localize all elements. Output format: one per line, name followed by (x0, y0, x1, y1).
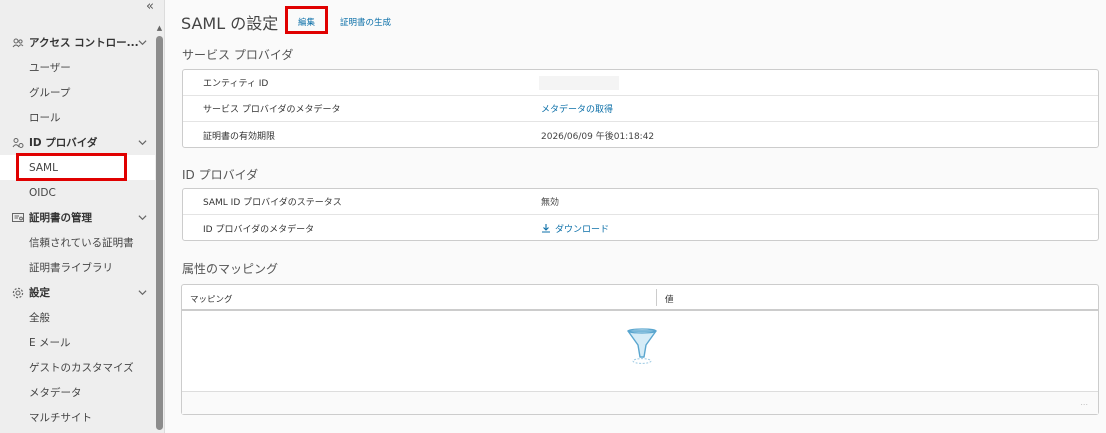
row-idp-metadata: ID プロバイダのメタデータ ダウンロード (183, 215, 1098, 241)
idp-status-value: 無効 (541, 198, 560, 208)
idp-metadata-label: ID プロバイダのメタデータ (203, 224, 315, 235)
sidebar-group-certificate-management[interactable]: 証明書の管理 (0, 205, 155, 230)
row-cert-expiry: 証明書の有効期限 2026/06/09 午後01:18:42 (183, 122, 1098, 148)
cert-expiry-value: 2026/06/09 午後01:18:42 (541, 131, 655, 142)
users-icon (12, 37, 24, 49)
collapse-sidebar-button[interactable]: « (142, 0, 158, 15)
chevron-down-icon[interactable] (138, 213, 147, 222)
download-label: ダウンロード (555, 224, 610, 235)
chevron-down-icon[interactable] (138, 138, 147, 147)
section-title-identity-provider: ID プロバイダ (182, 168, 259, 182)
empty-filter-icon (627, 328, 657, 364)
sp-metadata-label: サービス プロバイダのメタデータ (203, 105, 341, 115)
sidebar-item-general[interactable]: 全般 (0, 305, 155, 330)
cert-expiry-label: 証明書の有効期限 (203, 131, 276, 142)
entity-id-label: エンティティ ID (203, 79, 269, 89)
sidebar-group-label: 証明書の管理 (29, 212, 92, 224)
column-header-value[interactable]: 値 (665, 293, 674, 305)
sidebar-item-oidc[interactable]: OIDC (0, 180, 155, 205)
download-link[interactable]: ダウンロード (541, 222, 609, 235)
section-title-attribute-mapping: 属性のマッピング (182, 262, 279, 276)
chevron-down-icon[interactable] (138, 288, 147, 297)
section-title-service-provider: サービス プロバイダ (182, 48, 294, 62)
sidebar-group-label: ID プロバイダ (29, 137, 98, 149)
grid-footer: ... (182, 391, 1098, 414)
scroll-up-arrow-icon[interactable]: ▲ (155, 24, 164, 32)
sidebar-item-guest-customization[interactable]: ゲストのカスタマイズ (0, 355, 155, 380)
sidebar-item-multisite[interactable]: マルチサイト (0, 405, 155, 430)
service-provider-panel: エンティティ ID サービス プロバイダのメタデータ メタデータの取得 証明書の… (182, 69, 1099, 148)
sidebar: « ▲ アクセス コントロー... ユーザー グループ ロール ID プロバイダ… (0, 0, 165, 433)
certificate-icon (12, 212, 24, 224)
download-icon (542, 223, 550, 233)
sidebar-group-label: アクセス コントロー... (29, 37, 139, 49)
sidebar-item-metadata[interactable]: メタデータ (0, 380, 155, 405)
edit-button[interactable]: 編集 (298, 16, 315, 28)
sidebar-item-roles[interactable]: ロール (0, 105, 155, 130)
get-metadata-link[interactable]: メタデータの取得 (541, 102, 613, 115)
generate-certificate-button[interactable]: 証明書の生成 (340, 16, 391, 28)
sidebar-group-settings[interactable]: 設定 (0, 280, 155, 305)
page-title: SAML の設定 (181, 14, 279, 33)
gear-icon (12, 287, 24, 299)
sidebar-scrollbar-thumb[interactable] (156, 36, 163, 430)
sidebar-group-label: 設定 (29, 287, 50, 299)
idp-status-label: SAML ID プロバイダのステータス (203, 198, 342, 208)
identity-provider-panel: SAML ID プロバイダのステータス 無効 ID プロバイダのメタデータ ダウ… (182, 188, 1099, 241)
grid-footer-text: ... (1080, 398, 1088, 407)
sidebar-item-saml[interactable]: SAML (0, 155, 155, 180)
main-content: SAML の設定 編集 証明書の生成 サービス プロバイダ エンティティ ID … (166, 0, 1106, 433)
row-sp-metadata: サービス プロバイダのメタデータ メタデータの取得 (183, 96, 1098, 122)
sidebar-item-groups[interactable]: グループ (0, 80, 155, 105)
row-idp-status: SAML ID プロバイダのステータス 無効 (183, 189, 1098, 215)
chevron-down-icon[interactable] (138, 38, 147, 47)
sidebar-nav: アクセス コントロー... ユーザー グループ ロール ID プロバイダ SAM… (0, 30, 155, 430)
sidebar-group-access-control[interactable]: アクセス コントロー... (0, 30, 155, 55)
entity-id-value-redacted (539, 76, 619, 90)
grid-header: マッピング 値 (182, 285, 1098, 311)
attribute-mapping-grid: マッピング 値 ... (181, 284, 1099, 415)
sidebar-group-identity-provider[interactable]: ID プロバイダ (0, 130, 155, 155)
column-header-mapping[interactable]: マッピング (190, 293, 233, 305)
column-resize-handle[interactable] (656, 289, 657, 306)
sidebar-item-users[interactable]: ユーザー (0, 55, 155, 80)
row-entity-id: エンティティ ID (183, 70, 1098, 96)
sidebar-item-certificate-library[interactable]: 証明書ライブラリ (0, 255, 155, 280)
identity-provider-icon (12, 137, 24, 149)
sidebar-item-trusted-certificates[interactable]: 信頼されている証明書 (0, 230, 155, 255)
sidebar-item-email[interactable]: E メール (0, 330, 155, 355)
